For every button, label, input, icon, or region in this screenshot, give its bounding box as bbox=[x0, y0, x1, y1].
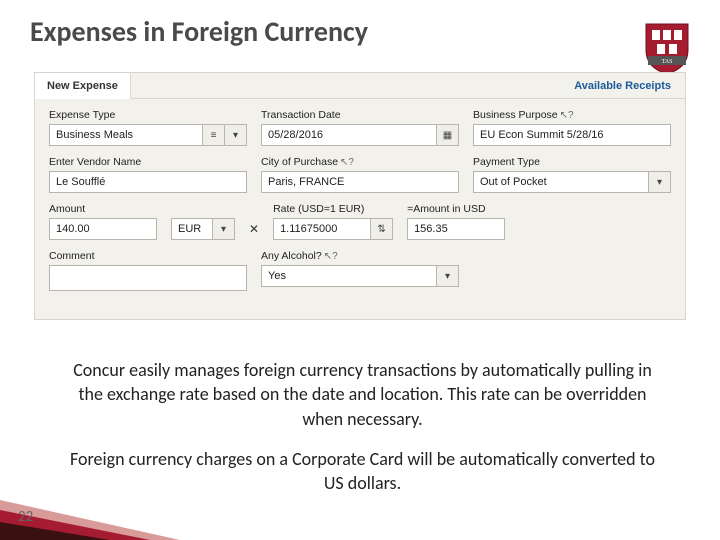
multiply-icon: ✕ bbox=[249, 203, 259, 240]
label-business-purpose: Business Purpose↖? bbox=[473, 109, 671, 121]
caption-paragraph-1: Concur easily manages foreign currency t… bbox=[60, 358, 665, 431]
chevron-down-icon[interactable]: ▾ bbox=[648, 172, 670, 192]
vendor-field[interactable]: Le Soufflé bbox=[49, 171, 247, 193]
rate-field[interactable]: 1.11675000 ⇅ bbox=[273, 218, 393, 240]
alcohol-select[interactable]: Yes ▾ bbox=[261, 265, 459, 287]
caption: Concur easily manages foreign currency t… bbox=[60, 358, 665, 495]
label-transaction-date: Transaction Date bbox=[261, 109, 459, 121]
page-title: Expenses in Foreign Currency bbox=[30, 14, 368, 49]
currency-select[interactable]: EUR ▾ bbox=[171, 218, 235, 240]
chevron-down-icon[interactable]: ▾ bbox=[224, 125, 246, 145]
help-icon[interactable]: ↖? bbox=[340, 157, 354, 168]
page-number: 22 bbox=[18, 508, 33, 526]
chevron-down-icon[interactable]: ▾ bbox=[212, 219, 234, 239]
label-payment-type: Payment Type bbox=[473, 156, 671, 168]
transaction-date-field[interactable]: 05/28/2016 ▦ bbox=[261, 124, 459, 146]
tab-available-receipts[interactable]: Available Receipts bbox=[560, 73, 685, 98]
label-comment: Comment bbox=[49, 250, 247, 262]
amount-usd-field: 156.35 bbox=[407, 218, 505, 240]
label-vendor: Enter Vendor Name bbox=[49, 156, 247, 168]
expense-type-field[interactable]: Business Meals ≡ ▾ bbox=[49, 124, 247, 146]
business-purpose-field[interactable]: EU Econ Summit 5/28/16 bbox=[473, 124, 671, 146]
tab-new-expense[interactable]: New Expense bbox=[35, 73, 131, 99]
help-icon[interactable]: ↖? bbox=[560, 110, 574, 121]
label-amount-usd: =Amount in USD bbox=[407, 203, 505, 215]
city-field[interactable]: Paris, FRANCE bbox=[261, 171, 459, 193]
tab-bar: New Expense Available Receipts bbox=[35, 73, 685, 99]
swap-icon[interactable]: ⇅ bbox=[370, 219, 392, 239]
chevron-down-icon[interactable]: ▾ bbox=[436, 266, 458, 286]
comment-field[interactable] bbox=[49, 265, 247, 291]
help-icon[interactable]: ↖? bbox=[324, 251, 338, 262]
label-amount: Amount bbox=[49, 203, 157, 215]
label-alcohol: Any Alcohol?↖? bbox=[261, 250, 459, 262]
payment-type-field[interactable]: Out of Pocket ▾ bbox=[473, 171, 671, 193]
harvard-crest-icon: TAS bbox=[644, 20, 690, 76]
expense-form: New Expense Available Receipts Expense T… bbox=[34, 72, 686, 320]
amount-field[interactable]: 140.00 bbox=[49, 218, 157, 240]
label-city: City of Purchase↖? bbox=[261, 156, 459, 168]
caption-paragraph-2: Foreign currency charges on a Corporate … bbox=[60, 447, 665, 496]
label-expense-type: Expense Type bbox=[49, 109, 247, 121]
label-rate: Rate (USD=1 EUR) bbox=[273, 203, 393, 215]
svg-text:TAS: TAS bbox=[662, 59, 673, 65]
calendar-icon[interactable]: ▦ bbox=[436, 125, 458, 145]
list-icon[interactable]: ≡ bbox=[202, 125, 224, 145]
